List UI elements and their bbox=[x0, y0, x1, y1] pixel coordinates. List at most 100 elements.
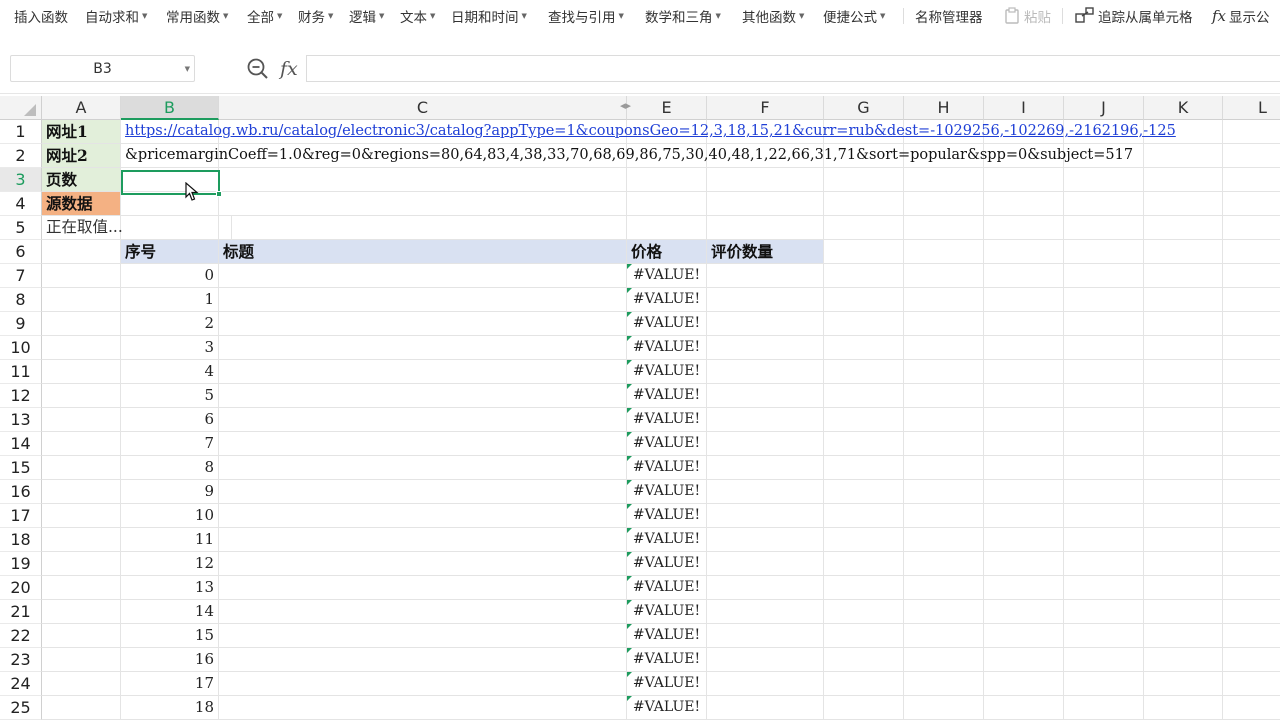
row-header-19[interactable]: 19 bbox=[0, 552, 42, 576]
grid-cell[interactable] bbox=[1223, 192, 1280, 216]
grid-cell[interactable] bbox=[904, 504, 984, 528]
grid-cell[interactable] bbox=[1064, 216, 1144, 240]
toolbar-button[interactable]: 财务 ▼ bbox=[298, 7, 333, 26]
grid-cell[interactable] bbox=[984, 504, 1064, 528]
grid-cell[interactable] bbox=[984, 552, 1064, 576]
grid-cell[interactable] bbox=[1064, 360, 1144, 384]
index-cell[interactable]: 9 bbox=[121, 480, 219, 504]
grid-cell[interactable] bbox=[824, 240, 904, 264]
price-cell[interactable]: #VALUE! bbox=[627, 504, 707, 528]
price-cell[interactable]: #VALUE! bbox=[627, 408, 707, 432]
grid-cell[interactable] bbox=[219, 360, 627, 384]
grid-cell[interactable] bbox=[627, 168, 707, 192]
grid-cell[interactable] bbox=[42, 528, 121, 552]
column-header-k[interactable]: K bbox=[1144, 96, 1223, 120]
grid-cell[interactable] bbox=[707, 336, 824, 360]
grid-cell[interactable] bbox=[42, 576, 121, 600]
grid-cell[interactable] bbox=[42, 264, 121, 288]
column-header-c[interactable]: C bbox=[219, 96, 627, 120]
grid-cell[interactable] bbox=[627, 216, 707, 240]
grid-cell[interactable] bbox=[904, 312, 984, 336]
price-cell[interactable]: #VALUE! bbox=[627, 384, 707, 408]
row-header-2[interactable]: 2 bbox=[0, 144, 42, 168]
grid-cell[interactable] bbox=[824, 456, 904, 480]
grid-cell[interactable] bbox=[1223, 576, 1280, 600]
grid-cell[interactable] bbox=[707, 312, 824, 336]
grid-cell[interactable] bbox=[1064, 432, 1144, 456]
show-formulas-button[interactable]: fx 显示公 bbox=[1212, 7, 1270, 26]
index-cell[interactable]: 17 bbox=[121, 672, 219, 696]
grid-cell[interactable] bbox=[904, 552, 984, 576]
row-header-25[interactable]: 25 bbox=[0, 696, 42, 720]
grid-cell[interactable] bbox=[1144, 504, 1223, 528]
header-review-count[interactable]: 评价数量 bbox=[707, 240, 824, 264]
grid-cell[interactable] bbox=[42, 600, 121, 624]
grid-cell[interactable] bbox=[707, 696, 824, 720]
row-header-6[interactable]: 6 bbox=[0, 240, 42, 264]
grid-cell[interactable] bbox=[707, 288, 824, 312]
price-cell[interactable]: #VALUE! bbox=[627, 576, 707, 600]
grid-cell[interactable] bbox=[1144, 240, 1223, 264]
grid-cell[interactable] bbox=[219, 312, 627, 336]
row-header-24[interactable]: 24 bbox=[0, 672, 42, 696]
grid-cell[interactable] bbox=[984, 480, 1064, 504]
grid-cell[interactable] bbox=[707, 432, 824, 456]
grid-cell[interactable] bbox=[984, 216, 1064, 240]
row-header-16[interactable]: 16 bbox=[0, 480, 42, 504]
paste-button[interactable]: 粘贴 bbox=[1003, 7, 1051, 26]
grid-cell[interactable] bbox=[219, 672, 627, 696]
grid-cell[interactable] bbox=[1144, 600, 1223, 624]
grid-cell[interactable] bbox=[219, 504, 627, 528]
grid-cell[interactable] bbox=[42, 432, 121, 456]
grid-cell[interactable] bbox=[42, 456, 121, 480]
grid-cell[interactable] bbox=[1144, 360, 1223, 384]
grid-cell[interactable] bbox=[1144, 672, 1223, 696]
toolbar-button[interactable]: 插入函数 bbox=[14, 7, 68, 26]
grid-cell[interactable] bbox=[984, 600, 1064, 624]
grid-cell[interactable] bbox=[42, 552, 121, 576]
grid-cell[interactable] bbox=[824, 384, 904, 408]
grid-cell[interactable] bbox=[904, 240, 984, 264]
row-header-1[interactable]: 1 bbox=[0, 120, 42, 144]
grid-cell[interactable] bbox=[707, 576, 824, 600]
column-header-j[interactable]: J bbox=[1064, 96, 1144, 120]
grid-cell[interactable] bbox=[707, 528, 824, 552]
toolbar-button[interactable]: 逻辑 ▼ bbox=[349, 7, 384, 26]
price-cell[interactable]: #VALUE! bbox=[627, 456, 707, 480]
select-all-corner[interactable] bbox=[0, 96, 42, 120]
toolbar-button[interactable]: 查找与引用 ▼ bbox=[548, 7, 624, 26]
grid-cell[interactable] bbox=[1064, 576, 1144, 600]
chevron-down-icon[interactable]: ▼ bbox=[185, 65, 190, 73]
column-header-b[interactable]: B bbox=[121, 96, 219, 120]
grid-cell[interactable] bbox=[824, 432, 904, 456]
grid-cell[interactable] bbox=[42, 360, 121, 384]
toolbar-button[interactable]: 数学和三角 ▼ bbox=[645, 7, 721, 26]
toolbar-button[interactable]: 自动求和 ▼ bbox=[85, 7, 147, 26]
fill-handle[interactable] bbox=[216, 191, 222, 197]
grid-cell[interactable] bbox=[904, 264, 984, 288]
grid-cell[interactable] bbox=[1064, 552, 1144, 576]
index-cell[interactable]: 0 bbox=[121, 264, 219, 288]
grid-cell[interactable] bbox=[219, 192, 627, 216]
grid-cell[interactable] bbox=[42, 480, 121, 504]
grid-cell[interactable] bbox=[984, 288, 1064, 312]
grid-cell[interactable] bbox=[1064, 624, 1144, 648]
price-cell[interactable]: #VALUE! bbox=[627, 672, 707, 696]
grid-cell[interactable] bbox=[219, 336, 627, 360]
grid-cell[interactable] bbox=[1064, 408, 1144, 432]
price-cell[interactable]: #VALUE! bbox=[627, 624, 707, 648]
grid-cell[interactable] bbox=[219, 384, 627, 408]
zoom-icon[interactable] bbox=[246, 57, 270, 81]
grid-cell[interactable] bbox=[219, 648, 627, 672]
column-header-e[interactable]: E bbox=[627, 96, 707, 120]
grid-cell[interactable] bbox=[707, 192, 824, 216]
grid-cell[interactable] bbox=[904, 696, 984, 720]
grid-cell[interactable] bbox=[627, 192, 707, 216]
row-header-15[interactable]: 15 bbox=[0, 456, 42, 480]
grid-cell[interactable] bbox=[219, 432, 627, 456]
row-header-3[interactable]: 3 bbox=[0, 168, 42, 192]
grid-cell[interactable] bbox=[707, 360, 824, 384]
grid-cell[interactable] bbox=[1064, 528, 1144, 552]
grid-cell[interactable] bbox=[42, 504, 121, 528]
label-url1[interactable]: 网址1 bbox=[42, 120, 121, 144]
